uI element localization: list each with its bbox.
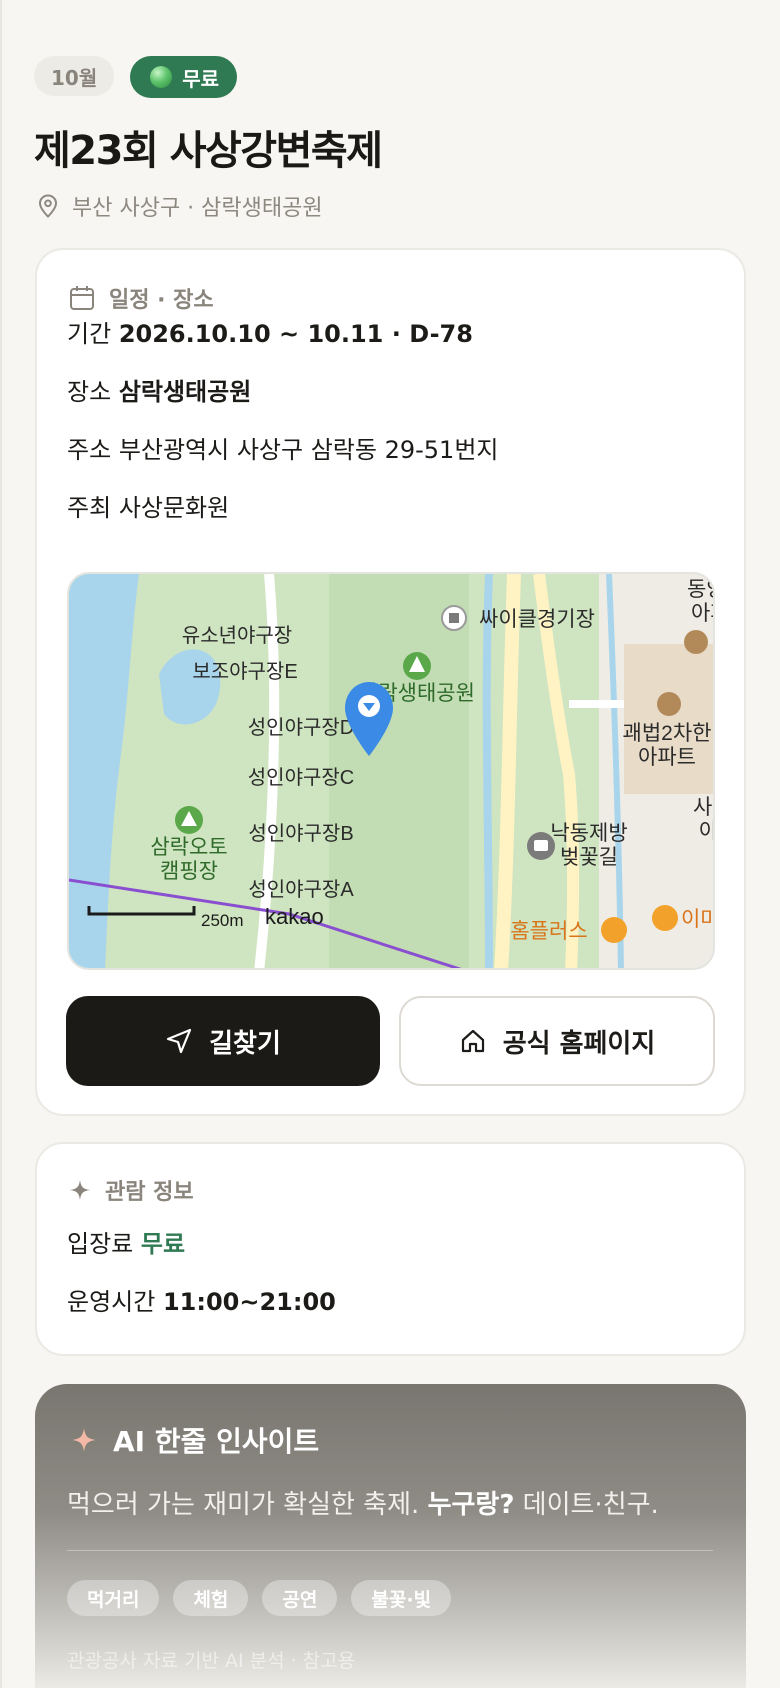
hours-value: 11:00~21:00 [162, 1288, 336, 1316]
map-label-camping-2: 캠핑장 [160, 860, 218, 883]
map-scale-label: 250m [201, 911, 244, 930]
sparkle-icon [70, 1180, 90, 1200]
address-value: 부산광역시 사상구 삼락동 29-51번지 [118, 436, 499, 464]
schedule-card: 일정 · 장소 기간 2026.10.10 ~ 10.11 · D-78 장소 … [35, 248, 746, 1116]
map-label-apt2-2: 아파 [691, 602, 715, 625]
map-label-field-b: 성인야구장B [248, 822, 353, 845]
host-label: 주최 [67, 494, 112, 522]
map-label-apt3-2: 아파 [699, 820, 715, 843]
badge-row: 10월 무료 [34, 56, 238, 98]
address-label: 주소 [67, 436, 112, 464]
map-label-camping-1: 삼락오토 [150, 836, 227, 859]
ai-insight-heading-text: AI 한줄 인사이트 [113, 1425, 320, 1458]
host-row: 주최 사상문화원 [67, 488, 229, 523]
map-canal [482, 574, 493, 968]
ai-insight-text-plain: 먹으러 가는 재미가 확실한 축제. [67, 1490, 420, 1520]
viewing-info-heading: 관람 정보 [69, 1174, 194, 1206]
schedule-card-heading: 일정 · 장소 [69, 282, 214, 314]
period-label: 기간 [67, 320, 112, 348]
fee-label: 입장료 [67, 1230, 134, 1258]
left-edge-divider [0, 0, 2, 1688]
fee-value: 무료 [140, 1230, 186, 1258]
schedule-heading-text: 일정 · 장소 [109, 288, 214, 313]
hours-label: 운영시간 [67, 1288, 156, 1316]
location-text: 부산 사상구 · 삼락생태공원 [72, 196, 323, 221]
venue-row: 장소 삼락생태공원 [67, 372, 251, 407]
map-label-cherry-1: 낙동제방 [550, 822, 627, 845]
page-title: 제23회 사상강변축제 [34, 128, 383, 174]
directions-button[interactable]: 길찾기 [66, 996, 380, 1086]
address-row: 주소 부산광역시 사상구 삼락동 29-51번지 [67, 430, 498, 465]
ai-tag: 공연 [262, 1580, 338, 1616]
ai-disclaimer: 관광공사 자료 기반 AI 분석 · 참고용 [67, 1650, 356, 1672]
map-label-apt2-1: 동양 [687, 578, 715, 601]
map-label-field-a: 성인야구장A [248, 878, 354, 901]
price-badge: 무료 [130, 56, 238, 98]
ai-tag: 불꽃·빛 [351, 1580, 452, 1616]
map-label-apt1-2: 아파트 [638, 746, 696, 769]
fee-row: 입장료 무료 [67, 1224, 185, 1259]
shopping-cart-icon [601, 917, 627, 943]
map-label-homeplus: 홈플러스 [510, 920, 587, 943]
shopping-cart-icon-2 [652, 905, 678, 931]
viewing-info-heading-text: 관람 정보 [105, 1180, 194, 1205]
ai-insight-text: 먹으러 가는 재미가 확실한 축제. 누구랑? 데이트·친구. [67, 1484, 659, 1521]
official-homepage-button[interactable]: 공식 홈페이지 [399, 996, 715, 1086]
viewing-info-card: 관람 정보 입장료 무료 운영시간 11:00~21:00 [35, 1142, 746, 1356]
venue-value: 삼락생태공원 [118, 378, 252, 406]
location-line: 부산 사상구 · 삼락생태공원 [38, 190, 323, 222]
map-label-youth-field: 유소년야구장 [182, 624, 292, 647]
host-value: 사상문화원 [118, 494, 230, 522]
map-label-cycle-stadium: 싸이클경기장 [479, 608, 595, 631]
ai-tag-list: 먹거리 체험 공연 불꽃·빛 [67, 1580, 452, 1616]
map-label-field-d: 성인야구장D [248, 716, 354, 739]
apartment-icon [657, 692, 681, 716]
ai-tag: 체험 [173, 1580, 249, 1616]
official-homepage-button-label: 공식 홈페이지 [502, 1028, 656, 1059]
period-value: 2026.10.10 ~ 10.11 · D-78 [118, 320, 473, 348]
ai-tag: 먹거리 [67, 1580, 160, 1616]
event-detail-page: 10월 무료 제23회 사상강변축제 부산 사상구 · 삼락생태공원 일정 · … [0, 0, 780, 1688]
month-badge: 10월 [34, 56, 115, 96]
kakao-logo: kakao [265, 904, 324, 929]
map-pin-icon [38, 194, 58, 218]
map-label-field-c: 성인야구장C [248, 766, 354, 789]
location-map[interactable]: 유소년야구장 보조야구장E 삼락생태공원 성인야구장D 성인야구장C 성인야구장… [67, 572, 715, 970]
status-dot-icon [150, 66, 173, 88]
ai-insight-text-bold: 누구랑? [427, 1490, 515, 1520]
price-badge-label: 무료 [182, 66, 220, 91]
map-label-aux-field-e: 보조야구장E [192, 660, 297, 683]
navigation-arrow-icon [167, 1028, 192, 1054]
map-label-cherry-2: 벚꽃길 [560, 846, 618, 869]
venue-label: 장소 [67, 378, 112, 406]
ai-sparkle-icon [72, 1428, 96, 1452]
period-row: 기간 2026.10.10 ~ 10.11 · D-78 [67, 314, 473, 349]
map-label-apt3-1: 사상 [693, 796, 715, 819]
map-label-emart: 이마 [681, 908, 715, 931]
ai-insight-card: AI 한줄 인사이트 먹으러 가는 재미가 확실한 축제. 누구랑? 데이트·친… [35, 1384, 746, 1688]
ai-insight-text-tail: 데이트·친구. [522, 1490, 659, 1520]
ai-insight-heading: AI 한줄 인사이트 [71, 1420, 319, 1460]
ai-divider [67, 1550, 713, 1551]
map-apartment-block [624, 644, 713, 794]
calendar-icon [70, 286, 94, 310]
home-icon [461, 1029, 484, 1053]
directions-button-label: 길찾기 [209, 1028, 281, 1059]
map-label-apt1-1: 괘법2차한 [623, 722, 712, 745]
hours-row: 운영시간 11:00~21:00 [67, 1282, 336, 1317]
